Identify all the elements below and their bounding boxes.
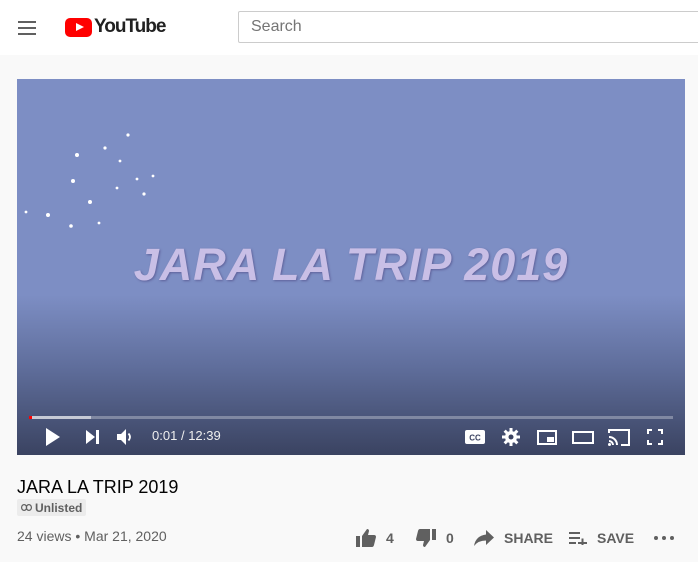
more-actions-button[interactable]	[654, 526, 674, 550]
theater-mode-button[interactable]	[571, 425, 595, 449]
meta-dot: •	[75, 528, 81, 544]
fullscreen-button[interactable]	[643, 425, 667, 449]
thumbs-up-icon	[356, 529, 376, 547]
logo-text: YouTube	[94, 16, 166, 37]
time-current: 0:01	[152, 428, 178, 443]
progress-played	[29, 416, 32, 419]
share-label: SHARE	[504, 530, 554, 546]
playlist-add-icon	[569, 532, 587, 545]
youtube-play-icon	[65, 17, 92, 37]
gear-icon	[502, 428, 520, 446]
progress-buffered	[29, 416, 92, 419]
next-icon	[86, 430, 99, 444]
youtube-logo[interactable]: YouTube	[65, 16, 166, 38]
video-meta: 24 views • Mar 21, 2020	[17, 528, 167, 544]
video-title: JARA LA TRIP 2019	[17, 477, 179, 497]
link-icon	[21, 504, 32, 511]
volume-button[interactable]	[114, 425, 138, 449]
video-player[interactable]: JARA LA TRIP 2019 0:01 / 12:39 CC	[17, 79, 685, 455]
menu-icon[interactable]	[16, 16, 40, 40]
share-button[interactable]: SHARE	[474, 526, 553, 550]
time-separator: /	[180, 428, 185, 443]
stars-decoration	[24, 133, 155, 228]
miniplayer-icon	[537, 429, 557, 445]
like-count: 4	[386, 530, 394, 546]
cast-icon	[608, 428, 630, 446]
play-button[interactable]	[41, 425, 65, 449]
captions-button[interactable]: CC	[463, 425, 487, 449]
next-button[interactable]	[81, 425, 105, 449]
search-input[interactable]	[238, 11, 698, 43]
svg-text:CC: CC	[469, 434, 481, 443]
time-display: 0:01 / 12:39	[152, 428, 221, 443]
captions-icon: CC	[465, 430, 485, 444]
time-total: 12:39	[188, 428, 221, 443]
video-overlay-title: JARA LA TRIP 2019	[133, 239, 569, 290]
dislike-button[interactable]: 0	[416, 526, 454, 550]
progress-bar[interactable]	[29, 416, 673, 419]
masthead: YouTube	[0, 0, 698, 55]
miniplayer-button[interactable]	[535, 425, 559, 449]
play-icon	[46, 428, 60, 446]
cast-button[interactable]	[607, 425, 631, 449]
dislike-count: 0	[446, 530, 454, 546]
save-button[interactable]: SAVE	[569, 526, 634, 550]
save-label: SAVE	[597, 530, 635, 546]
like-button[interactable]: 4	[356, 526, 394, 550]
share-icon	[474, 530, 494, 546]
fullscreen-icon	[647, 429, 663, 445]
view-count: 24 views	[17, 528, 72, 544]
upload-date: Mar 21, 2020	[84, 528, 167, 544]
more-icon	[654, 536, 674, 540]
thumbs-down-icon	[416, 529, 436, 547]
visibility-badge: Unlisted	[17, 499, 87, 516]
theater-icon	[572, 430, 594, 444]
settings-button[interactable]	[499, 425, 523, 449]
visibility-label: Unlisted	[35, 500, 83, 515]
volume-icon	[117, 429, 131, 445]
